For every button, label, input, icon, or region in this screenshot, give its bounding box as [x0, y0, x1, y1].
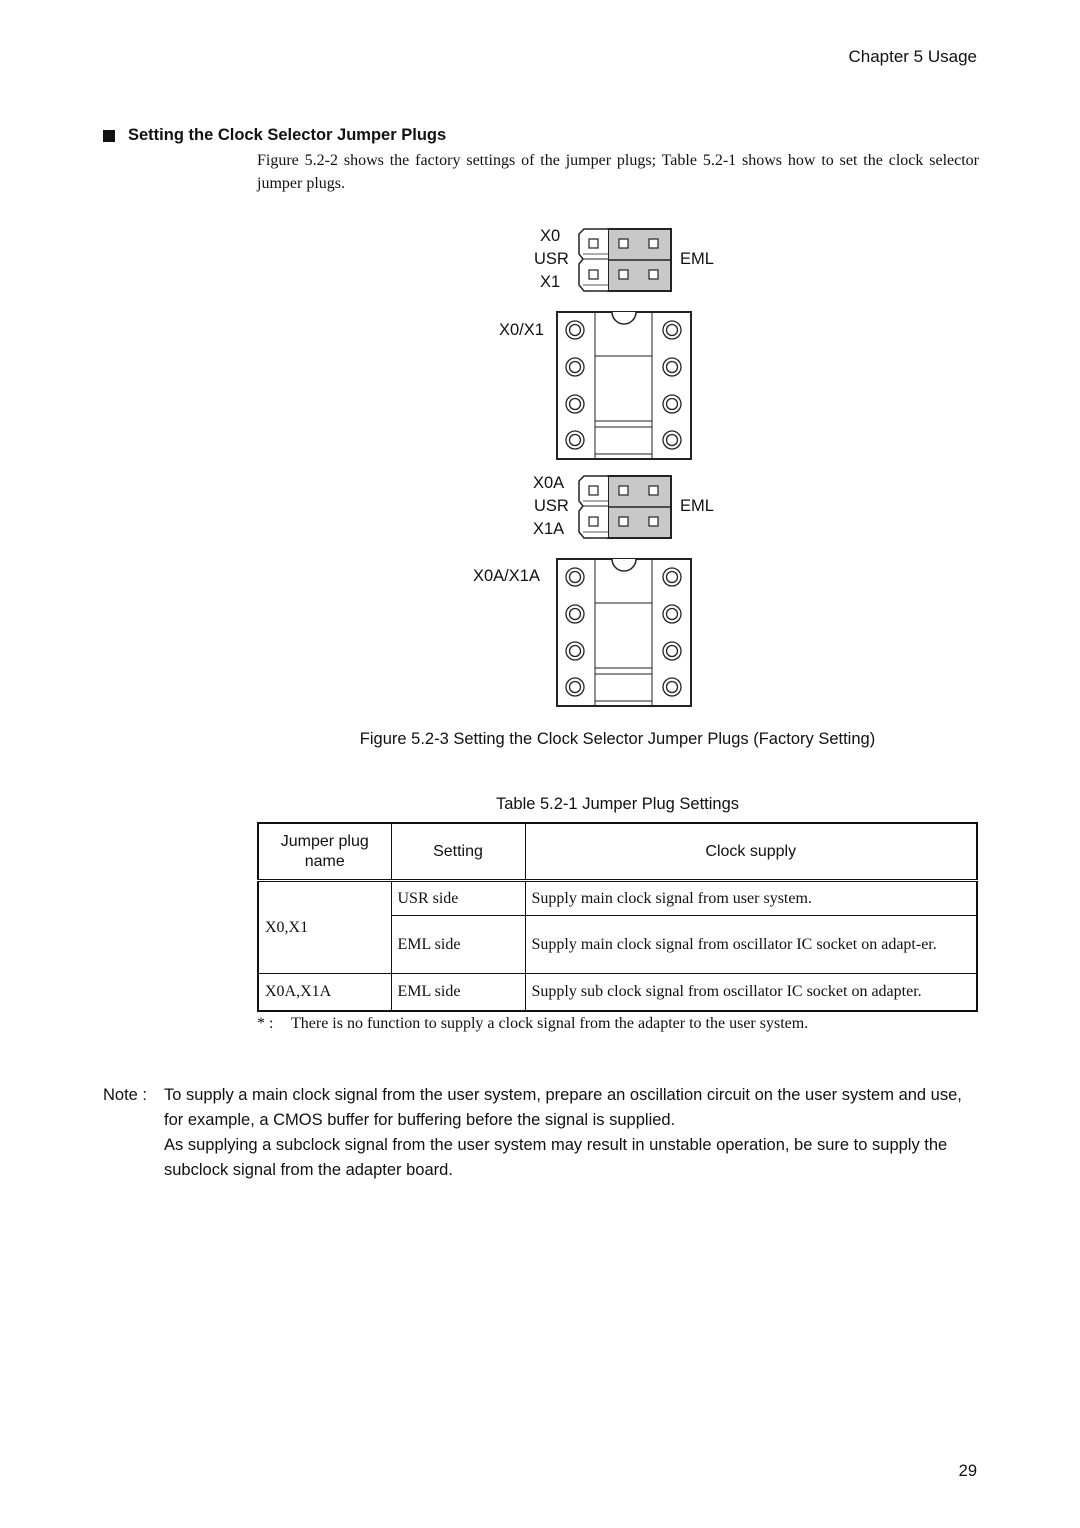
socket-hole-icon — [565, 604, 585, 624]
table-row: X0,X1 USR side Supply main clock signal … — [257, 880, 978, 974]
table-row: X0A,X1A EML side Supply sub clock signal… — [257, 973, 978, 1011]
jumper-2-plug-usr — [578, 475, 608, 539]
jumper-1-bottom-label: X1 — [540, 273, 561, 291]
header-jumper-plug-name: Jumper plug name — [257, 822, 392, 881]
socket-hole-icon — [662, 320, 682, 340]
cell-setting: EML side — [390, 915, 526, 974]
socket-hole-icon — [662, 430, 682, 450]
jumper-block-1 — [578, 228, 672, 292]
note-paragraph: As supplying a subclock signal from the … — [164, 1136, 948, 1179]
cell-clock-supply: Supply sub clock signal from oscillator … — [524, 973, 978, 1011]
cell-clock-supply: Supply main clock signal from user syste… — [524, 880, 978, 916]
socket-hole-icon — [662, 677, 682, 697]
jumper-2-right-label: EML — [680, 497, 714, 515]
pin-icon — [618, 485, 629, 496]
socket-hole-icon — [565, 430, 585, 450]
table-footnote: * : There is no function to supply a cloc… — [257, 1015, 808, 1033]
socket-hole-icon — [662, 394, 682, 414]
pin-icon — [618, 269, 629, 280]
pin-icon — [648, 238, 659, 249]
jumper-2-side-label: USR — [534, 497, 569, 515]
note-block: Note : To supply a main clock signal fro… — [103, 1083, 979, 1183]
socket-hole-icon — [662, 641, 682, 661]
jumper-1-plug-usr — [578, 228, 608, 292]
jumper-2-top-label: X0A — [533, 474, 565, 492]
chapter-header: Chapter 5 Usage — [848, 47, 977, 66]
cell-setting: USR side — [390, 880, 526, 916]
square-bullet-icon — [103, 129, 115, 142]
socket-hole-icon — [565, 641, 585, 661]
cell-jumper-name: X0A,X1A — [257, 973, 392, 1011]
pin-icon — [618, 516, 629, 527]
pin-icon — [618, 238, 629, 249]
table-caption: Table 5.2-1 Jumper Plug Settings — [495, 795, 740, 813]
section-heading-text: Setting the Clock Selector Jumper Plugs — [128, 126, 447, 144]
page-number: 29 — [958, 1462, 977, 1480]
note-label: Note : — [103, 1086, 148, 1104]
pin-icon — [648, 516, 659, 527]
socket-hole-icon — [662, 604, 682, 624]
socket-hole-icon — [662, 357, 682, 377]
header-clock-supply: Clock supply — [524, 822, 978, 881]
jumper-1-side-label: USR — [534, 250, 569, 268]
pin-icon — [648, 269, 659, 280]
socket-1-label: X0/X1 — [499, 321, 544, 339]
socket-2-label: X0A/X1A — [473, 567, 540, 585]
pin-icon — [588, 516, 599, 527]
pin-icon — [588, 485, 599, 496]
jumper-2-bottom-label: X1A — [533, 520, 565, 538]
socket-hole-icon — [565, 320, 585, 340]
note-paragraph: To supply a main clock signal from the u… — [164, 1086, 962, 1129]
footnote-text: There is no function to supply a clock s… — [291, 1015, 809, 1032]
footnote-mark: * : — [257, 1015, 274, 1032]
socket-hole-icon — [565, 394, 585, 414]
jumper-1-top-label: X0 — [540, 227, 561, 245]
pin-icon — [588, 269, 599, 280]
figure-caption: Figure 5.2-3 Setting the Clock Selector … — [359, 730, 876, 748]
section-heading: Setting the Clock Selector Jumper Plugs — [103, 126, 446, 145]
pin-icon — [648, 485, 659, 496]
jumper-block-2 — [578, 475, 672, 539]
intro-paragraph: Figure 5.2-2 shows the factory settings … — [257, 152, 979, 192]
jumper-1-right-label: EML — [680, 250, 714, 268]
cell-setting: EML side — [390, 973, 526, 1011]
socket-hole-icon — [662, 567, 682, 587]
ic-socket-2 — [556, 558, 692, 707]
cell-clock-supply: Supply main clock signal from oscillator… — [524, 915, 978, 974]
socket-hole-icon — [565, 357, 585, 377]
socket-hole-icon — [565, 677, 585, 697]
table-header-row: Jumper plug name Setting Clock supply — [257, 822, 978, 881]
pin-icon — [588, 238, 599, 249]
jumper-settings-table: Jumper plug name Setting Clock supply X0… — [257, 822, 978, 1012]
header-setting: Setting — [390, 822, 526, 881]
ic-socket-1 — [556, 311, 692, 460]
cell-jumper-name: X0,X1 — [257, 880, 392, 974]
socket-hole-icon — [565, 567, 585, 587]
